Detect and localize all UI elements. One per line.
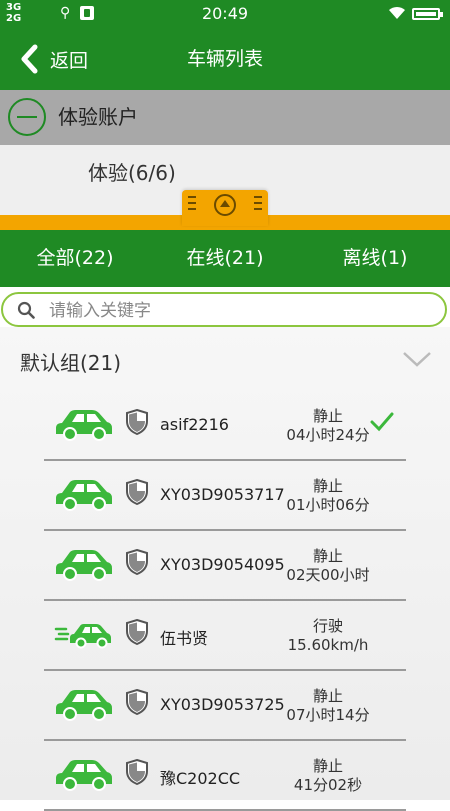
filter-tabs: 全部(22) 在线(21) 离线(1): [0, 230, 450, 287]
vehicle-status: 静止 02天00小时: [260, 547, 396, 585]
vehicle-plate: 豫C202CC: [160, 769, 241, 788]
back-label: 返回: [50, 49, 89, 72]
status-bar: 3G 2G ⚲ 20:49: [0, 0, 450, 28]
shield-icon: [126, 479, 148, 505]
car-icon: [56, 760, 112, 791]
car-icon: [56, 690, 112, 721]
vehicle-duration: 01小时06分: [286, 496, 370, 514]
back-button[interactable]: 返回: [16, 44, 88, 74]
moving-car-icon: [54, 624, 111, 649]
tab-all[interactable]: 全部(22): [0, 230, 150, 287]
checkmark-icon: [370, 412, 394, 432]
chevron-left-icon: [21, 44, 38, 74]
vehicle-duration: 07小时14分: [286, 706, 370, 724]
shield-icon: [126, 409, 148, 435]
group-label: 默认组(21): [20, 351, 122, 375]
vehicle-status: 静止 01小时06分: [260, 477, 396, 515]
shield-icon: [126, 759, 148, 785]
tab-offline[interactable]: 离线(1): [300, 230, 450, 287]
vehicle-status-text: 静止: [312, 547, 343, 565]
vehicle-status-text: 静止: [312, 477, 343, 495]
shield-icon: [126, 549, 148, 575]
grip-lines-icon: [188, 196, 196, 210]
vehicle-plate: 伍书贤: [160, 629, 209, 648]
car-icon: [56, 410, 112, 441]
shield-icon: [126, 689, 148, 715]
vehicle-speed: 15.60km/h: [287, 636, 369, 654]
vehicle-plate: asif2216: [160, 415, 229, 434]
search-input[interactable]: [47, 297, 431, 325]
car-icon: [56, 480, 112, 511]
shield-icon: [126, 619, 148, 645]
vehicle-duration: 02天00小时: [286, 566, 370, 584]
group-header[interactable]: 默认组(21): [0, 327, 450, 397]
vehicle-row[interactable]: XY03D9053725 静止 07小时14分: [44, 677, 406, 741]
collapse-icon[interactable]: [8, 98, 46, 136]
sub-account-label: 体验(6/6): [88, 161, 176, 185]
vehicle-status: 静止 07小时14分: [260, 687, 396, 725]
car-icon: [56, 550, 112, 581]
vehicle-row[interactable]: 豫C202CC 静止 41分02秒: [44, 747, 406, 811]
search-box[interactable]: [1, 292, 447, 327]
vehicle-status-text: 行驶: [312, 617, 343, 635]
vehicle-row[interactable]: 伍书贤 行驶 15.60km/h: [44, 607, 406, 671]
vehicle-row[interactable]: asif2216 静止 04小时24分: [44, 397, 406, 461]
vehicle-status-text: 静止: [312, 687, 343, 705]
vehicle-status-text: 静止: [312, 757, 343, 775]
account-label: 体验账户: [58, 105, 138, 129]
vehicle-status: 静止 41分02秒: [260, 757, 396, 795]
vehicle-status: 行驶 15.60km/h: [260, 617, 396, 655]
vehicle-list: 默认组(21) asif2216 静止 04小时24分 XY03D9053717…: [0, 327, 450, 811]
wifi-icon: [389, 6, 405, 19]
account-row[interactable]: 体验账户: [0, 90, 450, 145]
tab-online[interactable]: 在线(21): [150, 230, 300, 287]
chevron-down-icon[interactable]: [402, 351, 432, 367]
search-icon: [17, 301, 35, 319]
drawer-handle[interactable]: [182, 190, 268, 226]
nav-bar: 返回 车辆列表: [0, 28, 450, 90]
grip-lines-icon: [254, 196, 262, 210]
status-time: 20:49: [201, 4, 249, 23]
arrow-up-icon: [214, 194, 236, 216]
vehicle-row[interactable]: XY03D9053717 静止 01小时06分: [44, 467, 406, 531]
vehicle-row[interactable]: XY03D9054095 静止 02天00小时: [44, 537, 406, 601]
battery-icon: [412, 8, 443, 20]
vehicle-duration: 41分02秒: [293, 776, 363, 794]
